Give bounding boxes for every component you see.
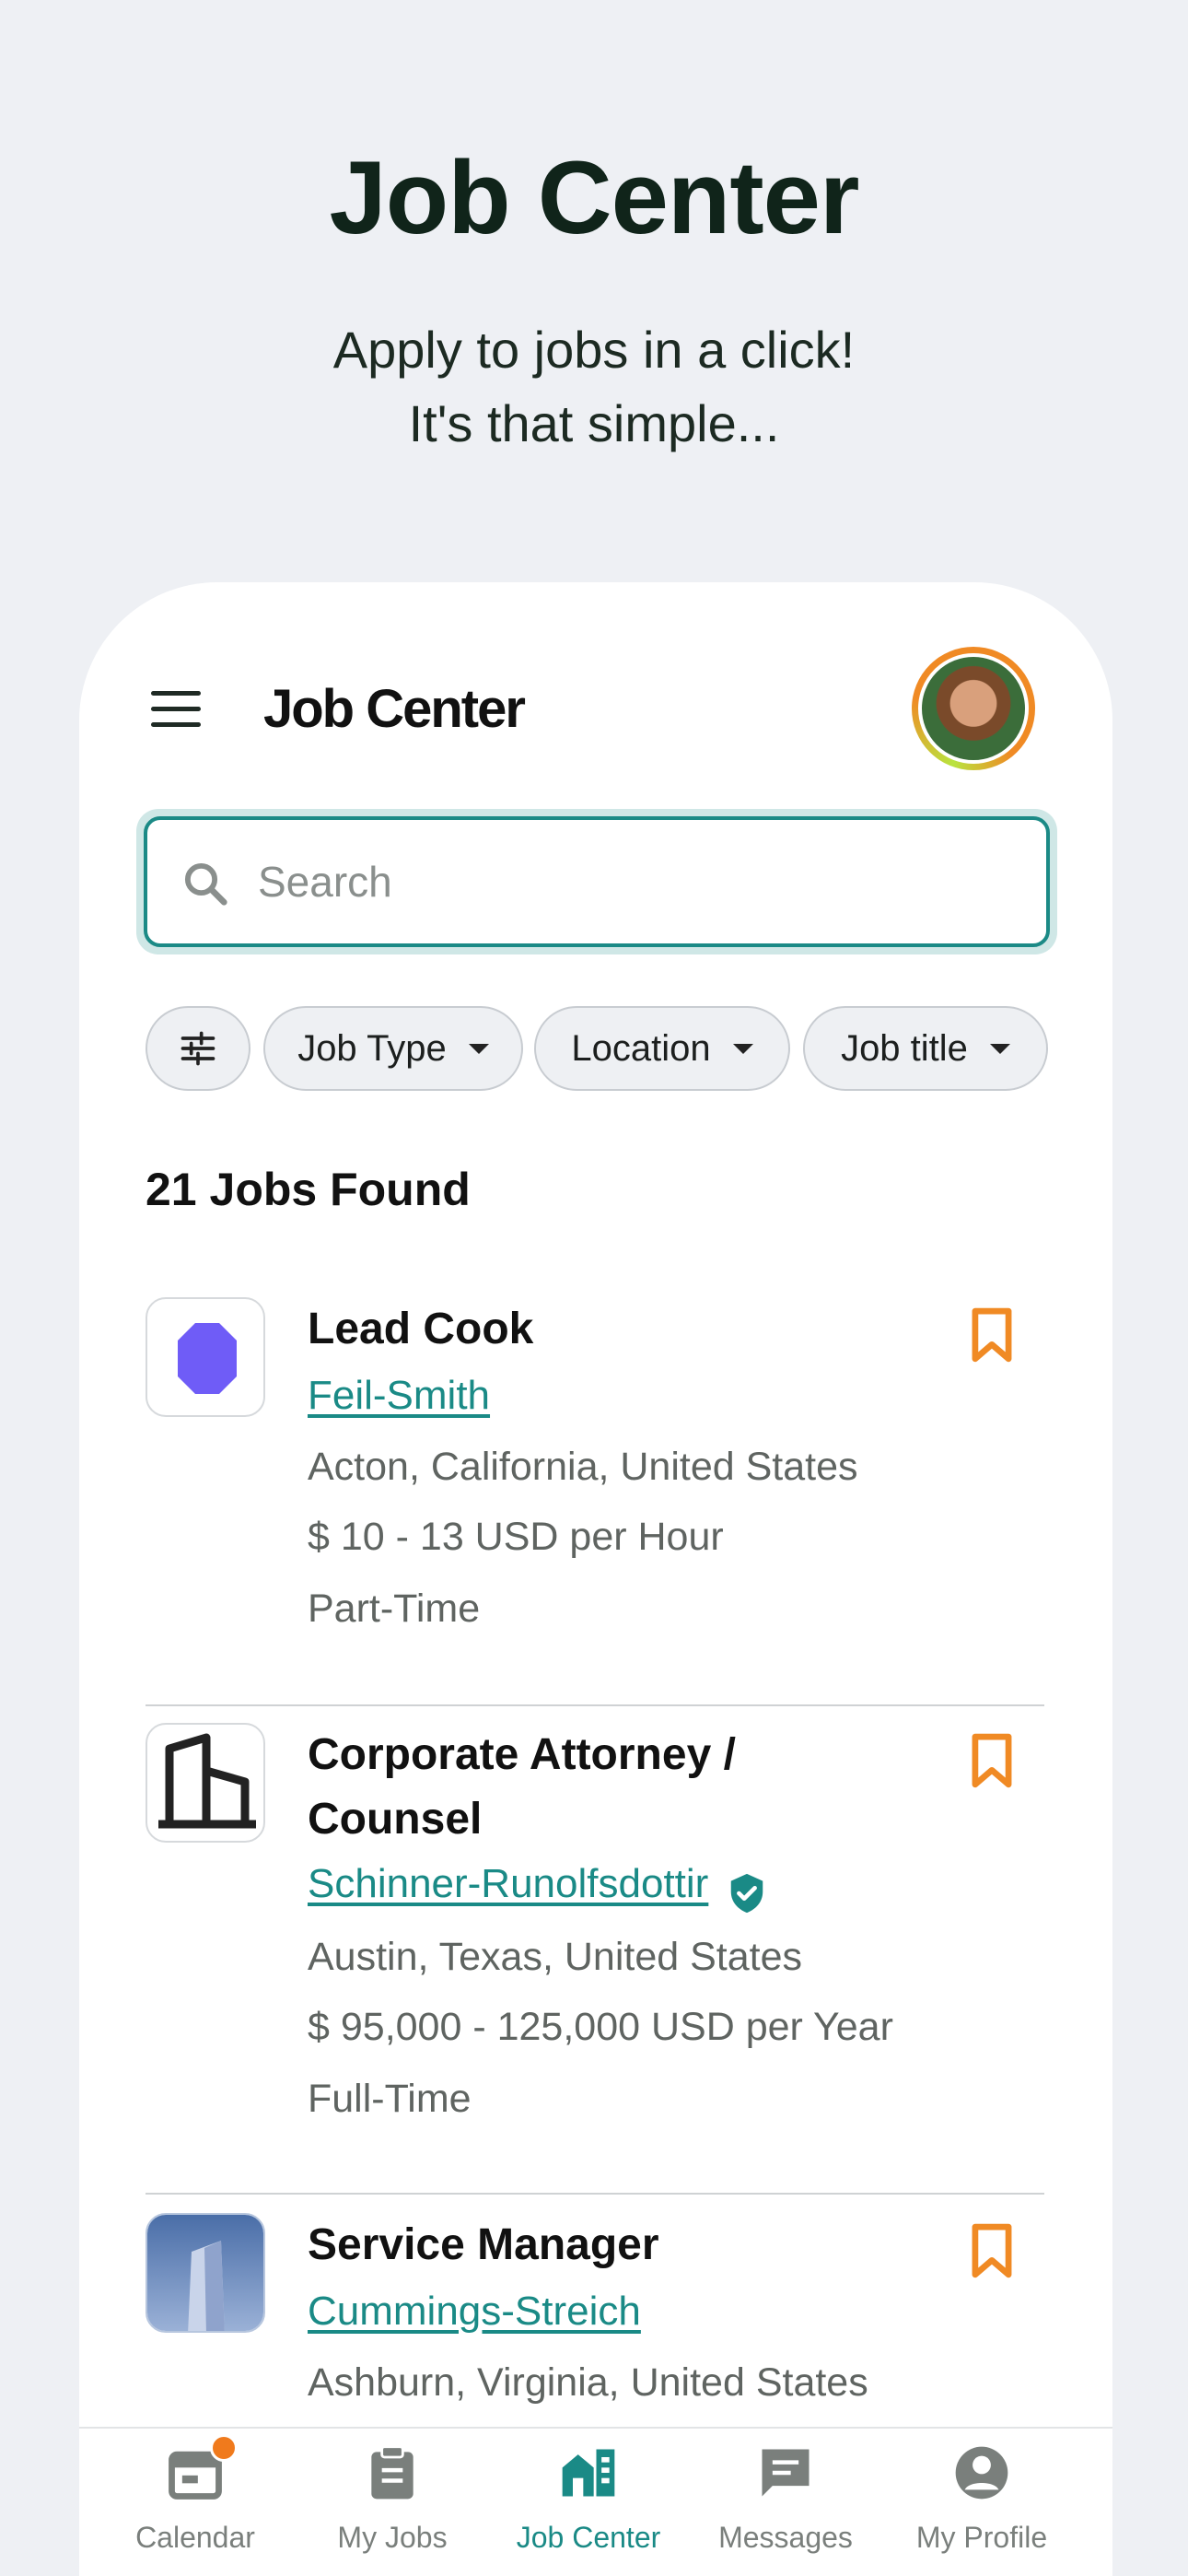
hero-title: Job Center [329,140,860,255]
hero-subtitle-line1: Apply to jobs in a click! [332,321,856,379]
job-location: Austin, Texas, United States [308,1935,802,1979]
job-type: Part-Time [308,1587,481,1631]
building-logo-icon [158,1733,256,1829]
company-link[interactable]: Feil-Smith [308,1373,490,1419]
job-location: Acton, California, United States [308,1445,858,1489]
company-logo [146,1297,265,1417]
skyscraper-logo-icon [147,2215,263,2331]
job-salary: $ 10 - 13 USD per Hour [308,1515,724,1559]
filter-settings-button[interactable] [146,1006,250,1091]
nav-label: My Jobs [337,2521,448,2554]
avatar-image [918,653,1029,764]
filter-chip-label: Job title [841,1027,968,1069]
hero-subtitle: Apply to jobs in a click! It's that simp… [0,313,1188,461]
avatar[interactable] [912,647,1035,770]
message-icon [762,2449,809,2497]
job-type: Full-Time [308,2077,472,2121]
job-salary: $ 95,000 - 125,000 USD per Year [308,2005,893,2049]
nav-label: Calendar [135,2521,255,2554]
filter-chip-label: Job Type [297,1027,447,1069]
divider [146,2193,1044,2195]
job-card[interactable]: Lead Cook Feil-Smith Acton, California, … [146,1297,1044,1730]
search-input[interactable] [258,820,995,943]
job-card[interactable]: Service Manager Cummings-Streich Ashburn… [146,2213,1044,2434]
nav-my-profile[interactable]: My Profile [884,2429,1079,2576]
filter-chip-label: Location [571,1027,711,1069]
hero-subtitle-line2: It's that simple... [408,394,780,452]
hamburger-menu-icon[interactable] [151,691,201,728]
app-header: Job Center [79,647,1112,776]
company-link[interactable]: Schinner-Runolfsdottir [308,1861,708,1906]
company-logo [146,2213,265,2333]
filter-chip-job-title[interactable]: Job title [803,1006,1048,1091]
bookmark-icon[interactable] [967,1732,1017,1789]
company-row: Schinner-Runolfsdottir [308,1861,768,1914]
job-title[interactable]: Service Manager [308,2213,897,2277]
nav-label: Job Center [516,2521,661,2554]
job-title[interactable]: Corporate Attorney / Counsel [308,1723,897,1852]
company-logo [146,1723,265,1843]
bookmark-icon[interactable] [967,1306,1017,1364]
filter-bar: Job Type Location Job title [146,1006,1066,1091]
job-card[interactable]: Corporate Attorney / Counsel Schinner-Ru… [146,1723,1044,2220]
caret-down-icon [989,1043,1010,1054]
nav-label: My Profile [915,2521,1048,2554]
search-field-focus-ring [136,809,1057,954]
bookmark-icon[interactable] [967,2222,1017,2279]
job-location: Ashburn, Virginia, United States [308,2360,868,2405]
filter-chip-job-type[interactable]: Job Type [263,1006,523,1091]
caret-down-icon [732,1043,753,1054]
search-box[interactable] [144,816,1050,947]
clipboard-icon [371,2445,413,2500]
filter-chip-location[interactable]: Location [534,1006,790,1091]
search-icon [184,862,227,906]
nav-my-jobs[interactable]: My Jobs [295,2429,490,2576]
bottom-navigation: Calendar My Jobs Job Center Messages My … [79,2427,1112,2576]
nav-calendar[interactable]: Calendar [98,2429,293,2576]
verified-badge-icon [730,1873,763,1913]
job-center-icon [562,2449,615,2497]
nav-messages[interactable]: Messages [688,2429,883,2576]
caret-down-icon [468,1043,489,1054]
sliders-icon [181,1031,215,1066]
divider [146,1704,1044,1706]
job-title[interactable]: Lead Cook [308,1297,897,1362]
nav-job-center[interactable]: Job Center [491,2429,686,2576]
notification-badge [210,2434,238,2462]
company-link[interactable]: Cummings-Streich [308,2289,641,2335]
nav-label: Messages [718,2521,853,2554]
profile-icon [955,2446,1008,2500]
phone-frame: Job Center Job Type Lo [79,582,1112,2576]
app-title: Job Center [263,679,526,739]
jobs-found-count: 21 Jobs Found [146,1164,471,1215]
octagon-logo-icon [178,1323,237,1394]
